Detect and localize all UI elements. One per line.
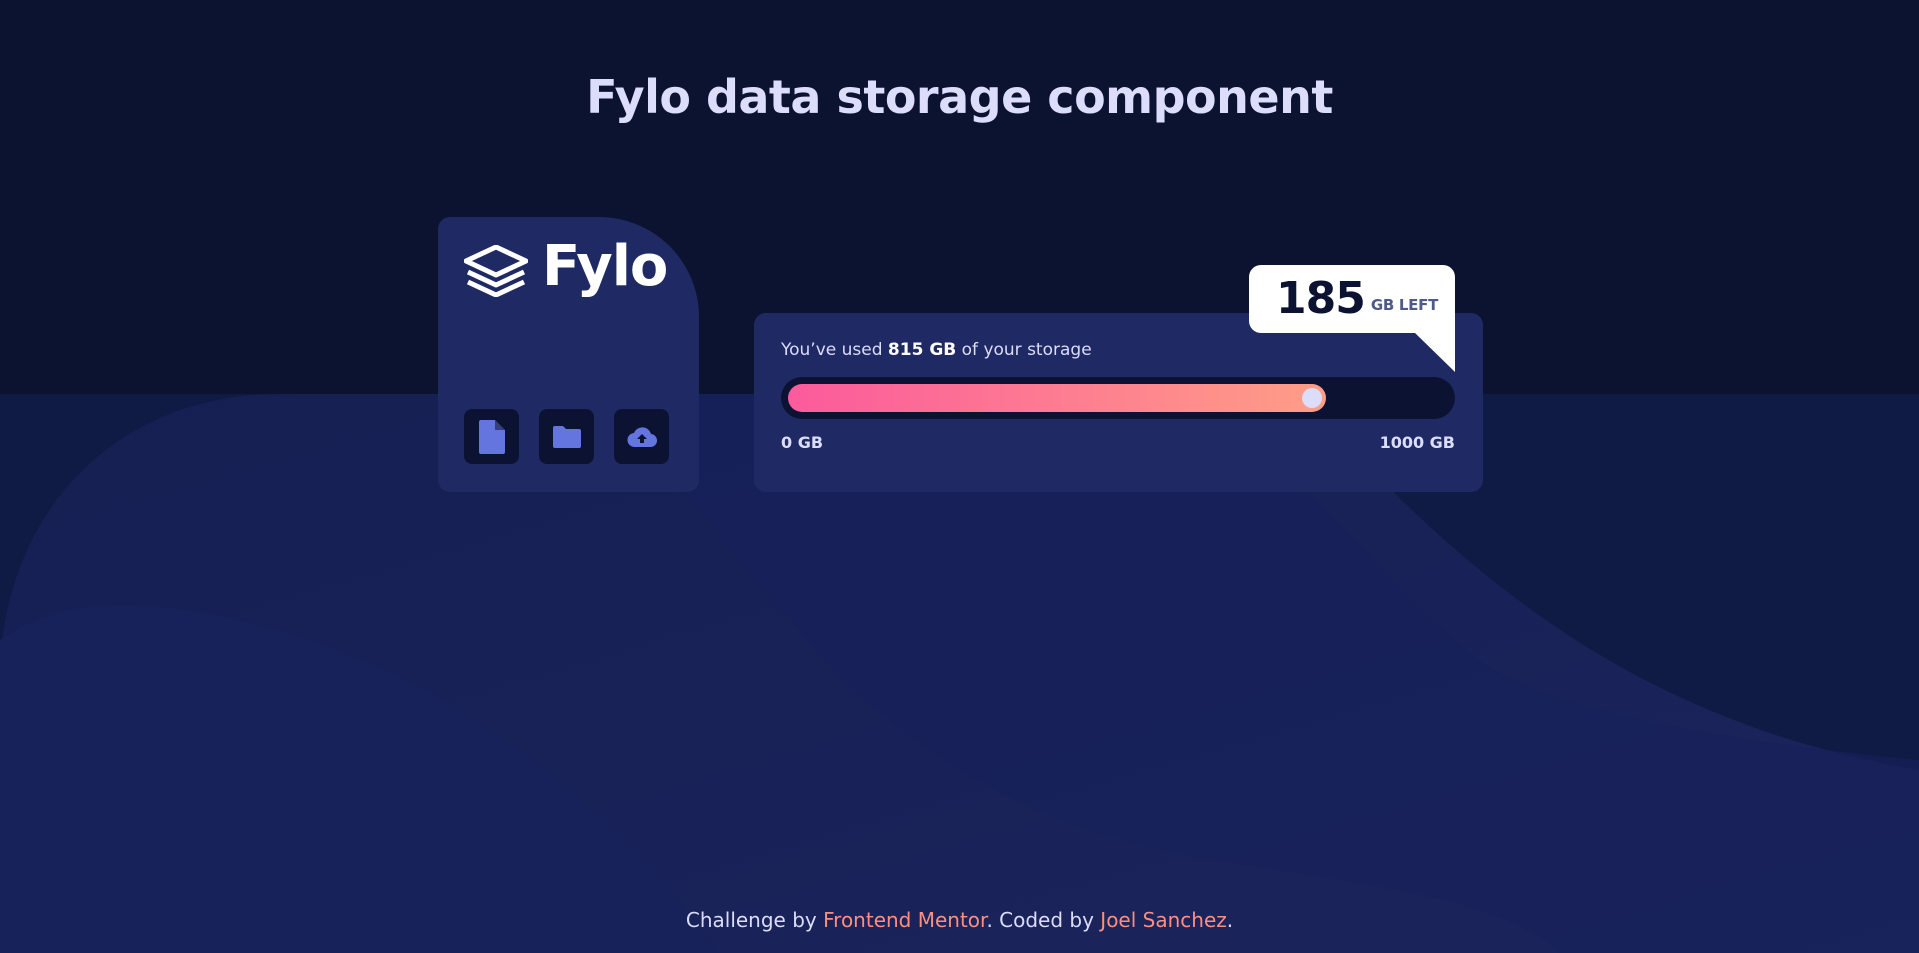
remaining-unit: GB LEFT bbox=[1370, 296, 1439, 314]
storage-progress-track bbox=[781, 377, 1455, 419]
fylo-logo: Fylo bbox=[464, 239, 668, 299]
progress-knob[interactable] bbox=[1302, 388, 1322, 408]
attribution-footer: Challenge by Frontend Mentor. Coded by J… bbox=[0, 908, 1919, 932]
frontend-mentor-link[interactable]: Frontend Mentor bbox=[823, 908, 986, 932]
layers-logo-icon bbox=[464, 245, 528, 297]
storage-card: You’ve used 815 GB of your storage 0 GB … bbox=[754, 313, 1483, 492]
logo-text: Fylo bbox=[542, 234, 668, 299]
usage-suffix: of your storage bbox=[956, 340, 1092, 360]
storage-progress-fill bbox=[788, 384, 1326, 412]
file-icon bbox=[478, 419, 505, 454]
callout-tail bbox=[1414, 332, 1455, 372]
used-value: 815 GB bbox=[887, 340, 957, 360]
folder-button[interactable] bbox=[539, 409, 594, 464]
footer-middle: . Coded by bbox=[986, 908, 1101, 932]
range-max-label: 1000 GB bbox=[1379, 433, 1455, 452]
logo-card: Fylo bbox=[438, 217, 699, 492]
page-title: Fylo data storage component bbox=[586, 70, 1333, 124]
folder-icon bbox=[552, 425, 581, 448]
upload-button[interactable] bbox=[614, 409, 669, 464]
remaining-number: 185 bbox=[1276, 273, 1366, 324]
remaining-callout: 185 GB LEFT bbox=[1249, 265, 1455, 333]
file-toolbar bbox=[464, 409, 669, 464]
footer-suffix: . bbox=[1226, 908, 1234, 932]
upload-icon bbox=[627, 426, 657, 447]
footer-prefix: Challenge by bbox=[685, 908, 824, 932]
author-link[interactable]: Joel Sanchez bbox=[1100, 908, 1226, 932]
usage-text: You’ve used 815 GB of your storage bbox=[781, 340, 1092, 360]
range-min-label: 0 GB bbox=[781, 433, 824, 452]
usage-prefix: You’ve used bbox=[781, 340, 888, 360]
file-button[interactable] bbox=[464, 409, 519, 464]
